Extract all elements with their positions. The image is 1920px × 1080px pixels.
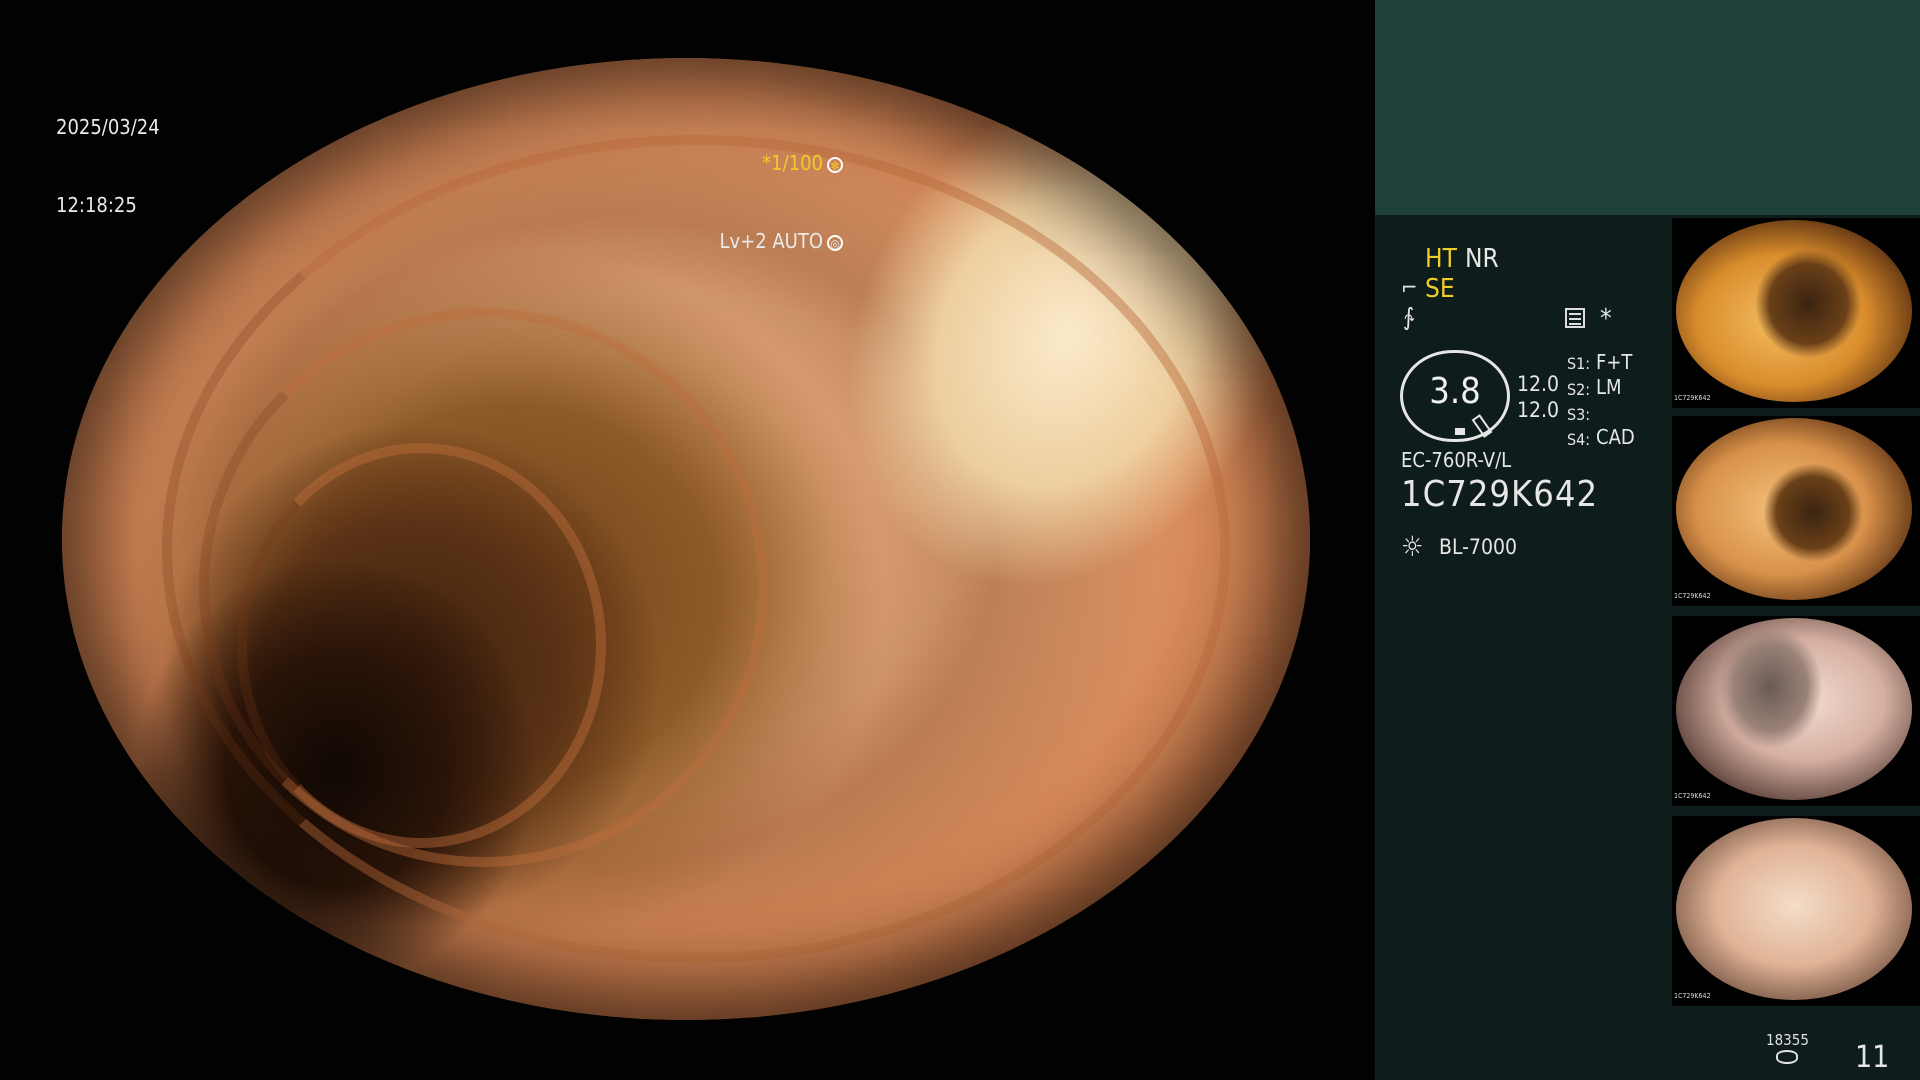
exposure-status: *1/100 ✻ Lv+2 AUTO ◎ [719,98,843,306]
shutter-text: *1/100 [762,151,823,175]
nr-indicator: NR [1465,244,1499,274]
thumbnail-image [1676,418,1912,600]
setting-value-1: 12.0 [1517,372,1560,396]
thumbnail-serial: 1C729K642 [1674,592,1711,600]
asterisk-indicator: * [1600,304,1612,334]
mucosal-fold-outer [161,134,1231,964]
switch-label-2: S2: [1567,380,1591,399]
scope-model: EC-760R-V/L [1401,448,1512,472]
gauge-value: 3.8 [1429,371,1481,412]
mucosal-fold-inner [236,442,607,848]
aperture-icon: ✻ [827,156,843,173]
endoscope-live-view: 2025/03/24 12:18:25 *1/100 ✻ Lv+2 AUTO ◎ [0,0,1375,1080]
thumbnail-serial: 1C729K642 [1674,992,1711,1000]
datetime-overlay: 2025/03/24 12:18:25 [56,62,160,270]
ht-indicator: HT [1425,244,1457,274]
thumbnail-image [1676,818,1912,1000]
endoscopic-image [62,58,1310,1020]
switch-label-4: S4: [1567,430,1591,449]
air-water-icon: ⌐ [1401,276,1418,301]
capture-thumbnail-4[interactable]: 1C729K642 [1672,816,1920,1006]
light-source-icon: ☼ [1401,530,1424,563]
list-icon [1565,308,1585,328]
freeze-icon: ∱ [1403,303,1415,331]
mucosal-fold-middle [199,308,769,867]
scope-serial: 1C729K642 [1401,474,1599,515]
thumbnail-image [1676,220,1912,402]
iris-icon: ◎ [827,234,843,251]
capture-thumbnail-1[interactable]: 1C729K642 [1672,218,1920,408]
capture-thumbnail-3[interactable]: 1C729K642 [1672,616,1920,806]
switch-value-1: F+T [1596,350,1633,374]
pen-icon [1471,414,1493,438]
gauge-marker-icon [1455,428,1465,435]
light-source-model: BL-7000 [1439,535,1518,559]
image-count-session: 11 [1855,1040,1890,1075]
thumbnail-image [1676,618,1912,800]
panel-header-area [1375,0,1920,215]
switch-label-1: S1: [1567,354,1591,373]
database-icon [1776,1050,1798,1064]
switch-value-4: CAD [1596,425,1635,449]
thumbnail-serial: 1C729K642 [1674,394,1711,402]
shutter-row: *1/100 ✻ [719,150,843,176]
thumbnail-serial: 1C729K642 [1674,792,1711,800]
zoom-gauge: 3.8 [1400,350,1510,442]
capture-thumbnail-2[interactable]: 1C729K642 [1672,416,1920,606]
level-row: Lv+2 AUTO ◎ [719,228,843,254]
switch-label-3: S3: [1567,405,1591,424]
image-count-total: 18355 [1766,1031,1809,1049]
date-text: 2025/03/24 [56,115,160,139]
se-indicator: SE [1425,274,1455,304]
switch-value-2: LM [1596,375,1622,399]
level-text: Lv+2 AUTO [719,229,823,253]
time-text: 12:18:25 [56,193,137,217]
setting-value-2: 12.0 [1517,398,1560,422]
